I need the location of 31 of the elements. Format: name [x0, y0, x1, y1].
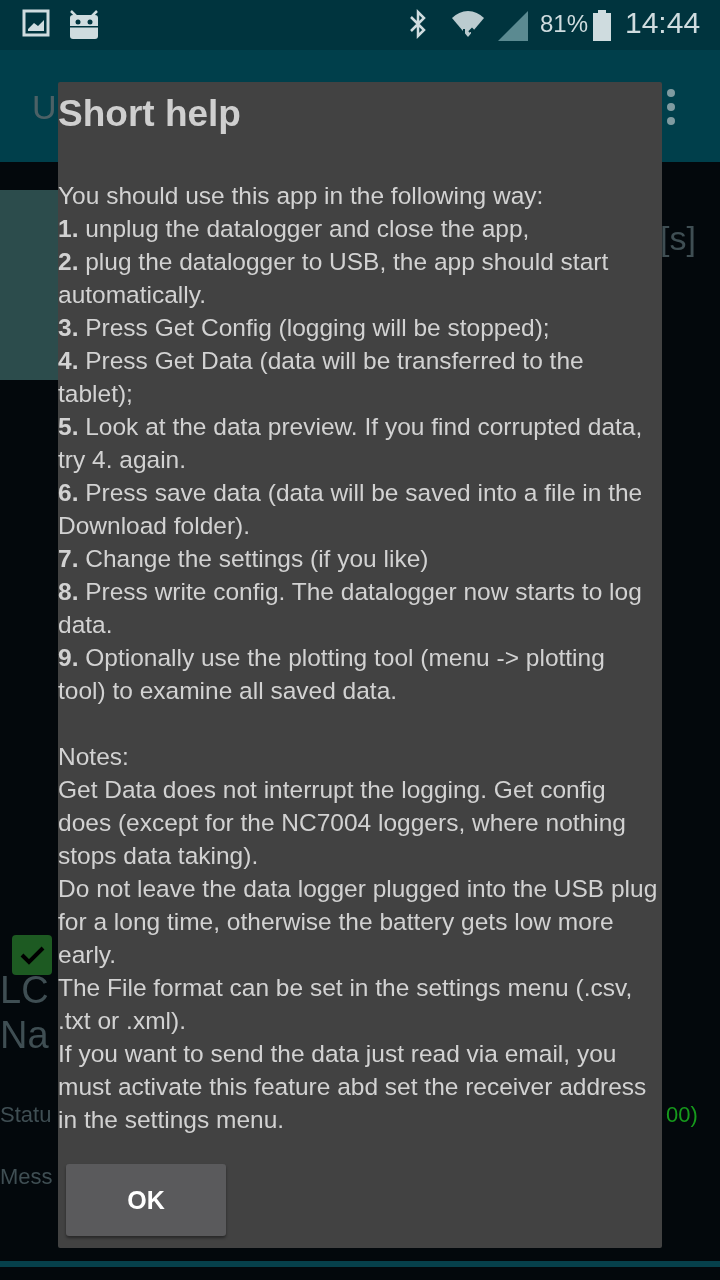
clock: 14:44 — [625, 6, 701, 40]
android-icon — [68, 9, 100, 41]
message-label: Mess — [0, 1164, 53, 1190]
status-value: 00) — [666, 1102, 698, 1128]
image-icon — [22, 9, 50, 37]
help-step: 3. Press Get Config (logging will be stopped); — [58, 311, 658, 344]
field-label: LC — [0, 969, 49, 1012]
help-note: If you want to send the data just read via email, you must activate this feature abd set the receiver address in the settings menu. — [58, 1039, 648, 1135]
ok-button[interactable]: OK — [66, 1164, 226, 1236]
help-note: The File format can be set in the settings menu (.csv, .txt or .xml). — [58, 973, 634, 1036]
dialog-title: Short help — [58, 92, 242, 136]
unit-label: [s] — [660, 219, 696, 258]
app-title: U — [32, 88, 57, 127]
help-step: 8. Press write config. The datalogger now starts to log data. — [58, 575, 658, 641]
help-step: 6. Press save data (data will be saved into a file in the Download folder). — [58, 476, 658, 542]
overflow-menu-icon[interactable] — [666, 88, 676, 128]
field-label: Na — [0, 1014, 49, 1057]
help-step: 5. Look at the data preview. If you find corrupted data, try 4. again. — [58, 410, 658, 476]
battery-percent: 81% — [540, 10, 589, 38]
checkbox[interactable] — [12, 935, 52, 975]
help-note: Do not leave the data logger plugged into the USB plug for a long time, otherwise the battery gets low more early. — [58, 874, 658, 970]
battery-icon — [592, 9, 612, 41]
help-note: Get Data does not interrupt the logging. Get config does (except for the NC7004 loggers, where nothing stops data taking). — [58, 775, 627, 871]
status-label: Statu — [0, 1102, 52, 1128]
help-step: 9. Optionally use the plotting tool (menu -> plotting tool) to examine all saved data. — [58, 641, 658, 707]
notes-heading: Notes: — [58, 742, 130, 772]
help-step: 4. Press Get Data (data will be transferred to the tablet); — [58, 344, 658, 410]
help-step: 2. plug the datalogger to USB, the app should start automatically. — [58, 245, 658, 311]
help-intro: You should use this app in the following way: — [58, 181, 545, 211]
help-step: 1. unplug the datalogger and close the app, — [58, 212, 658, 245]
help-step: 7. Change the settings (if you like) — [58, 542, 658, 575]
